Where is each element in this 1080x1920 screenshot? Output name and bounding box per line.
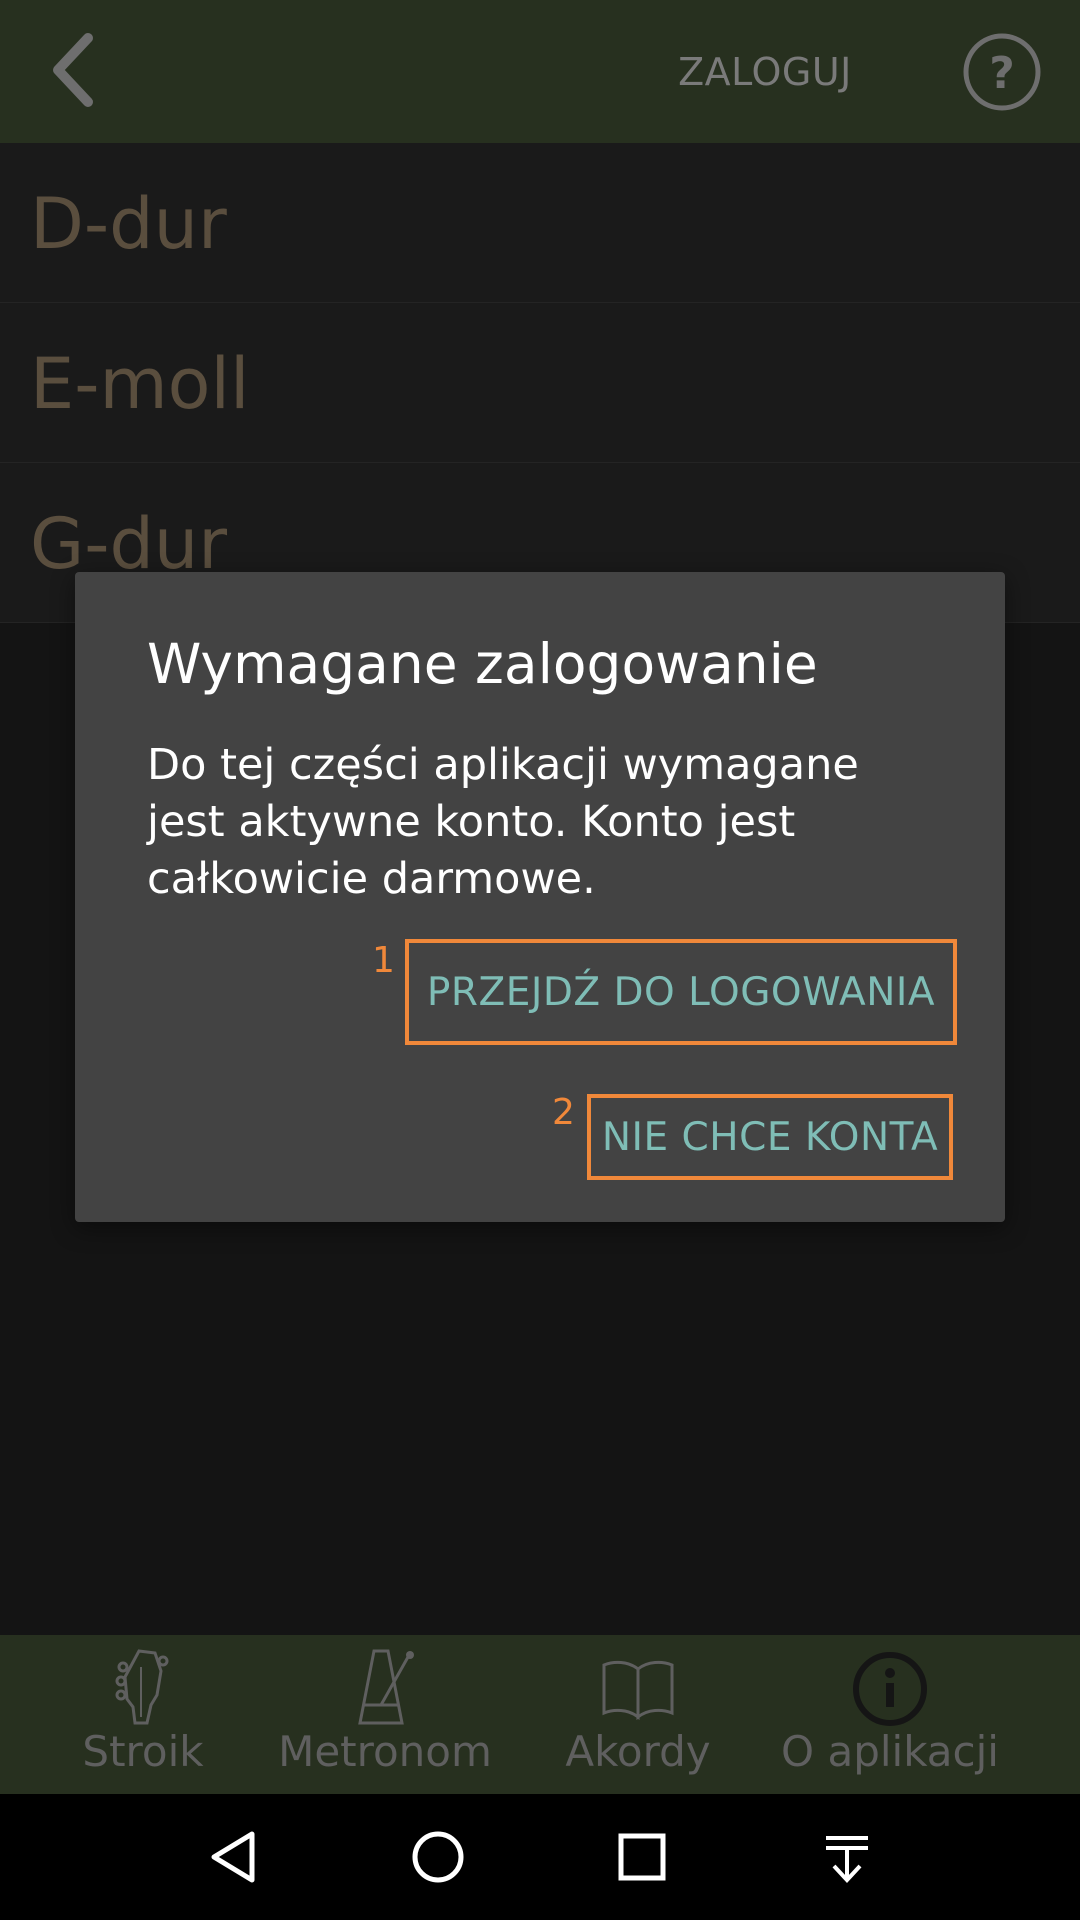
chord-list: D-dur E-moll G-dur (0, 143, 1080, 623)
login-link[interactable]: ZALOGUJ (660, 50, 870, 100)
nav-label: Akordy (565, 1727, 711, 1776)
notification-pull-icon (826, 1836, 868, 1883)
system-notification-button[interactable] (812, 1822, 882, 1892)
system-home-button[interactable] (403, 1822, 473, 1892)
nav-item-akordy[interactable]: Akordy (555, 1635, 721, 1794)
annotation-number-1: 1 (372, 940, 395, 981)
back-button[interactable] (30, 20, 130, 120)
recents-square-icon (618, 1833, 666, 1881)
chord-item-d-dur[interactable]: D-dur (0, 143, 1080, 303)
system-recents-button[interactable] (607, 1822, 677, 1892)
chevron-left-icon (53, 33, 93, 107)
chord-label: E-moll (30, 343, 250, 425)
dialog-title: Wymagane zalogowanie (147, 632, 818, 696)
nav-item-stroik[interactable]: Stroik (60, 1635, 226, 1794)
question-circle-icon: ? (963, 33, 1041, 111)
nav-item-o-aplikacji[interactable]: O aplikacji (780, 1635, 1000, 1794)
home-circle-icon (412, 1831, 464, 1883)
nav-label: Stroik (82, 1727, 204, 1776)
system-nav-bar (0, 1794, 1080, 1920)
no-account-button[interactable]: NIE CHCE KONTA (587, 1094, 953, 1180)
nav-label: O aplikacji (781, 1727, 999, 1776)
go-to-login-button[interactable]: PRZEJDŹ DO LOGOWANIA (405, 939, 957, 1045)
app-header: ZALOGUJ ? (0, 0, 1080, 143)
chord-item-e-moll[interactable]: E-moll (0, 303, 1080, 463)
chord-label: D-dur (30, 183, 227, 265)
guitar-headstock-icon (115, 1649, 169, 1725)
nav-label: Metronom (278, 1727, 492, 1776)
book-icon (602, 1660, 674, 1721)
nav-item-metronom[interactable]: Metronom (270, 1635, 500, 1794)
info-circle-icon (853, 1652, 927, 1726)
login-required-dialog: Wymagane zalogowanie Do tej części aplik… (75, 572, 1005, 1222)
svg-text:?: ? (989, 48, 1015, 99)
help-button[interactable]: ? (960, 30, 1044, 114)
bottom-nav: Stroik Metronom Akordy O aplikacji (0, 1635, 1080, 1794)
dialog-message: Do tej części aplikacji wymagane jest ak… (147, 740, 859, 904)
back-triangle-icon (211, 1831, 255, 1883)
annotation-number-2: 2 (552, 1092, 575, 1133)
system-back-button[interactable] (200, 1822, 270, 1892)
metronome-icon (358, 1649, 414, 1725)
